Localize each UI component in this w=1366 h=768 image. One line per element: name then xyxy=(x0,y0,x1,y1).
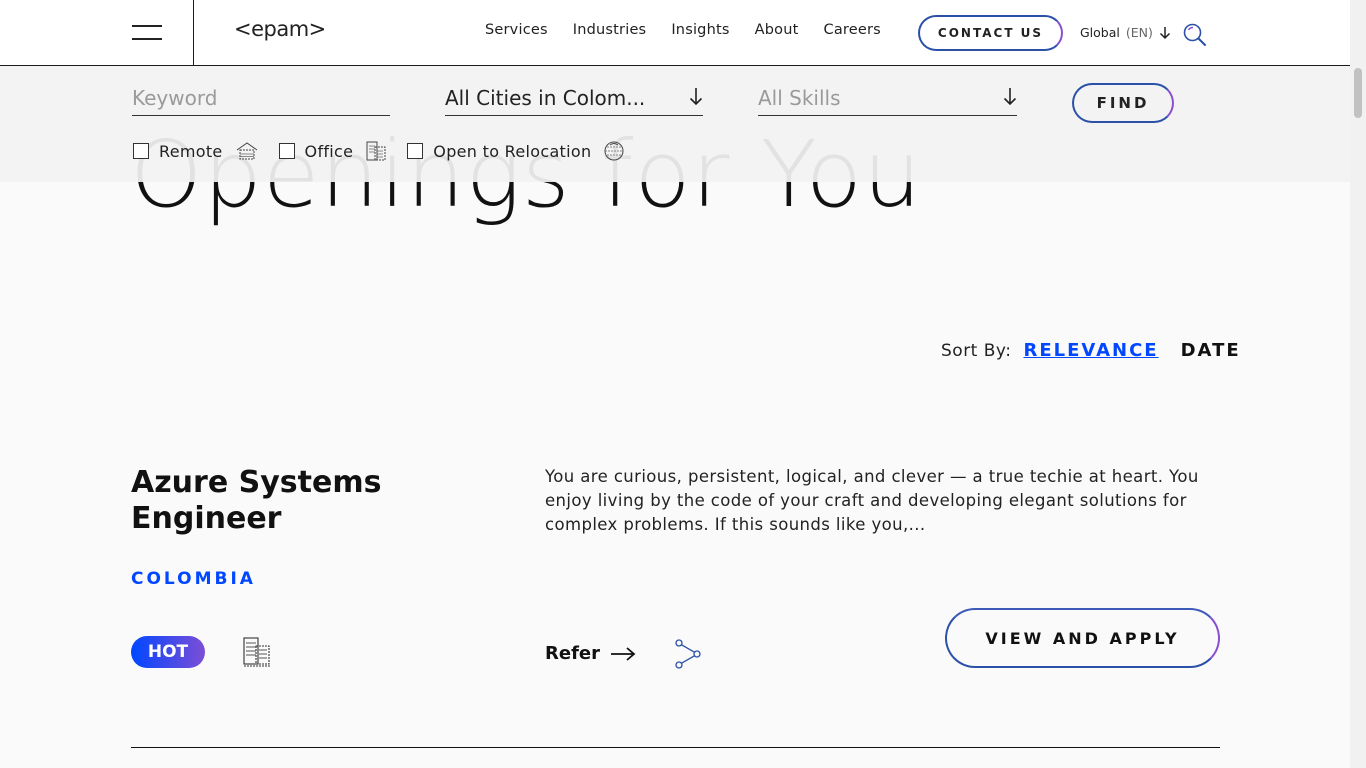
search-icon[interactable] xyxy=(1182,22,1208,48)
nav-about[interactable]: About xyxy=(755,22,799,38)
office-building-icon xyxy=(366,141,386,161)
job-filter-bar: Keyword All Cities in Colom... All Skill… xyxy=(0,66,1350,182)
relocation-globe-icon xyxy=(604,141,624,161)
office-building-icon xyxy=(243,637,270,667)
contact-us-button[interactable]: CONTACT US xyxy=(918,15,1063,51)
relocation-filter[interactable]: Open to Relocation xyxy=(407,140,625,162)
epam-logo[interactable]: <epam> xyxy=(234,17,326,41)
remote-house-icon xyxy=(236,142,257,160)
scrollbar-thumb[interactable] xyxy=(1354,68,1362,118)
keyword-placeholder: Keyword xyxy=(132,86,218,110)
remote-filter[interactable]: Remote xyxy=(133,140,259,162)
refer-label: Refer xyxy=(545,643,600,664)
nav-insights[interactable]: Insights xyxy=(671,22,729,38)
refer-link[interactable]: Refer xyxy=(545,643,636,664)
job-divider xyxy=(131,747,1220,748)
job-description: You are curious, persistent, logical, an… xyxy=(545,467,1199,534)
global-label: Global xyxy=(1080,25,1120,40)
skills-select[interactable]: All Skills xyxy=(758,66,1017,116)
hamburger-line-1 xyxy=(132,25,162,27)
city-value: All Cities in Colom... xyxy=(445,86,646,110)
main-nav: Services Industries Insights About Caree… xyxy=(485,22,881,38)
office-label: Office xyxy=(304,141,354,161)
city-select[interactable]: All Cities in Colom... xyxy=(445,66,703,116)
share-icon[interactable] xyxy=(673,638,703,670)
sort-controls: Sort By: RELEVANCE DATE xyxy=(941,340,1241,361)
job-location: COLOMBIA xyxy=(131,569,256,589)
relocation-checkbox[interactable] xyxy=(407,143,424,159)
view-and-apply-button[interactable]: VIEW AND APPLY xyxy=(945,608,1220,668)
office-checkbox[interactable] xyxy=(278,143,295,159)
nav-industries[interactable]: Industries xyxy=(573,22,647,38)
job-title[interactable]: Azure Systems Engineer xyxy=(131,465,451,537)
remote-checkbox[interactable] xyxy=(133,143,149,159)
sort-relevance-link[interactable]: RELEVANCE xyxy=(1023,340,1158,361)
nav-services[interactable]: Services xyxy=(485,22,548,38)
relocation-label: Open to Relocation xyxy=(433,141,592,161)
sort-label: Sort By: xyxy=(941,341,1012,361)
arrow-down-icon xyxy=(689,88,703,106)
find-button[interactable]: FIND xyxy=(1072,83,1174,123)
remote-label: Remote xyxy=(159,141,223,161)
menu-button[interactable] xyxy=(0,0,194,66)
hamburger-line-2 xyxy=(132,38,162,40)
lang-label: (EN) xyxy=(1125,25,1153,40)
language-selector[interactable]: Global (EN) xyxy=(1080,25,1171,40)
skills-placeholder: All Skills xyxy=(758,86,841,110)
office-filter[interactable]: Office xyxy=(278,140,388,162)
arrow-right-icon xyxy=(610,646,636,661)
arrow-down-icon xyxy=(1003,88,1017,106)
arrow-down-icon xyxy=(1159,26,1170,39)
work-type-filters: Remote Office Open to Relocation xyxy=(133,140,645,162)
keyword-input[interactable]: Keyword xyxy=(132,66,390,116)
sort-date-link[interactable]: DATE xyxy=(1181,340,1241,361)
hot-badge: HOT xyxy=(131,636,205,668)
site-header: <epam> Services Industries Insights Abou… xyxy=(0,0,1350,66)
page-scrollbar[interactable] xyxy=(1350,0,1366,768)
nav-careers[interactable]: Careers xyxy=(824,22,881,38)
